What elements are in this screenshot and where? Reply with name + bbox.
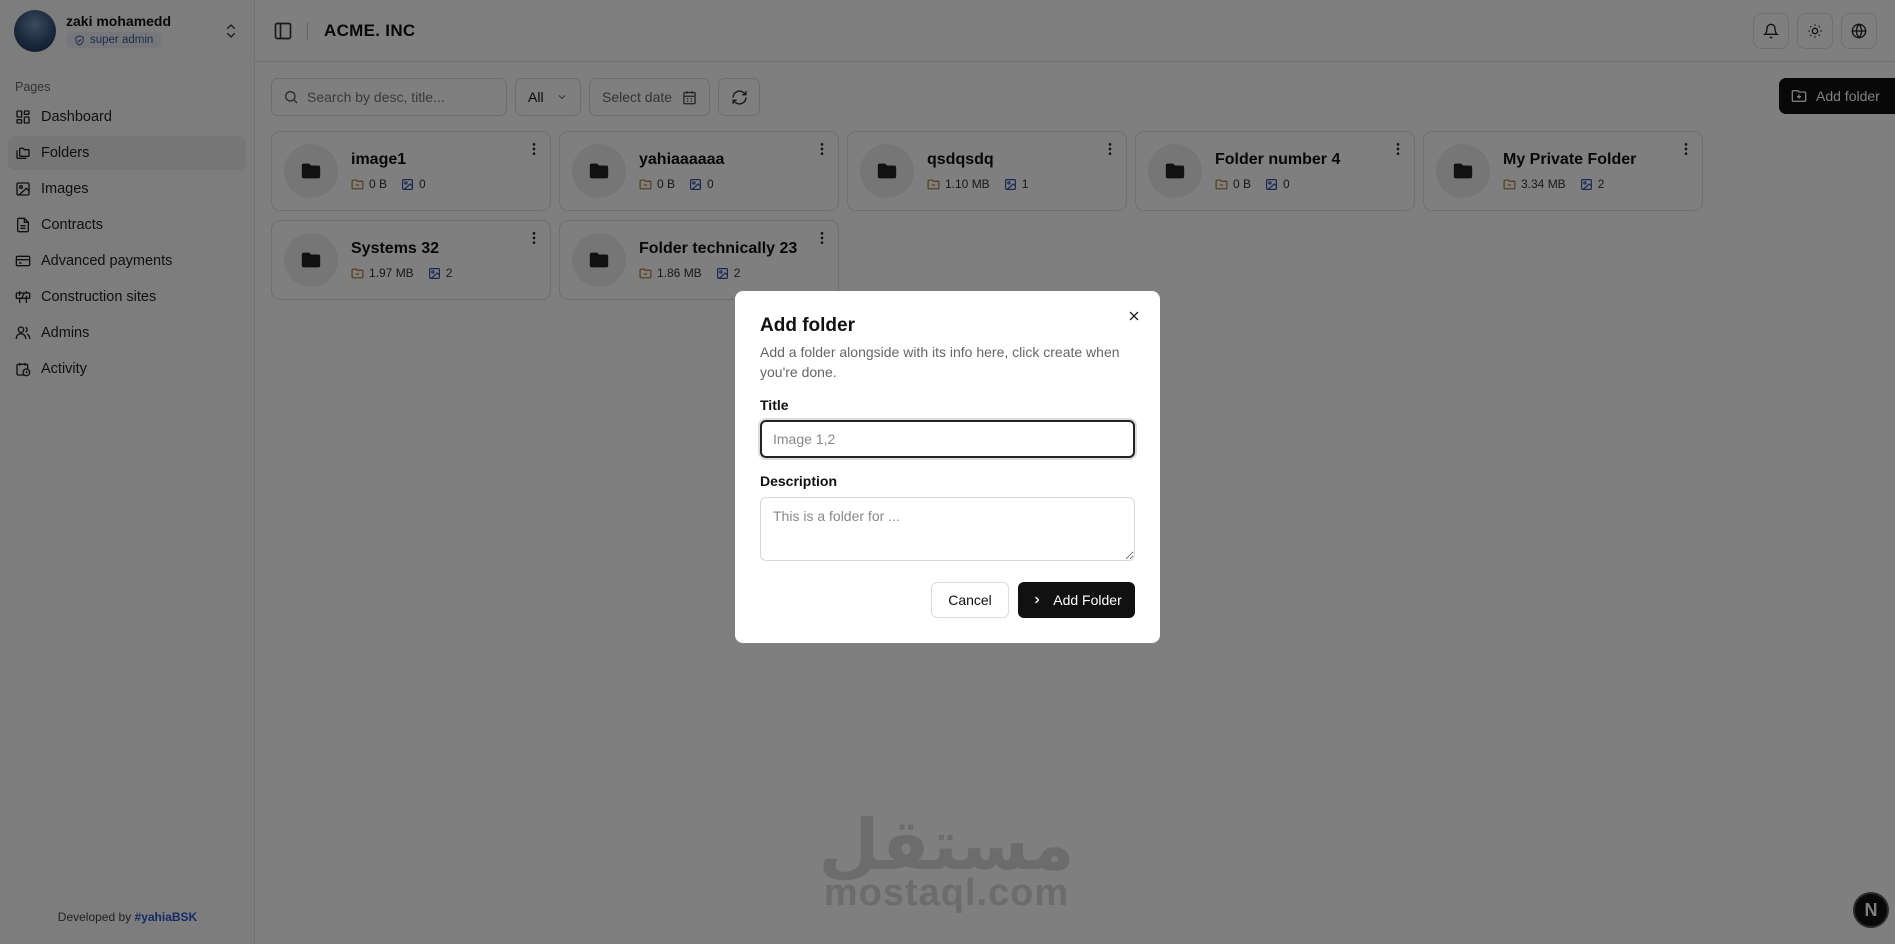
dialog-description: Add a folder alongside with its info her… [760,344,1120,380]
cancel-button[interactable]: Cancel [931,582,1009,618]
title-label: Title [760,397,789,413]
title-input[interactable] [760,420,1135,458]
dialog-actions: Cancel Add Folder [931,582,1135,618]
chevron-right-icon [1035,596,1040,604]
add-folder-dialog: Add folder Add a folder alongside with i… [735,291,1160,643]
submit-add-folder-button[interactable]: Add Folder [1018,582,1135,618]
description-textarea[interactable] [760,497,1135,561]
close-icon[interactable] [1126,308,1142,324]
dialog-title: Add folder [760,315,855,336]
submit-label: Add Folder [1053,592,1122,608]
description-label: Description [760,473,838,489]
